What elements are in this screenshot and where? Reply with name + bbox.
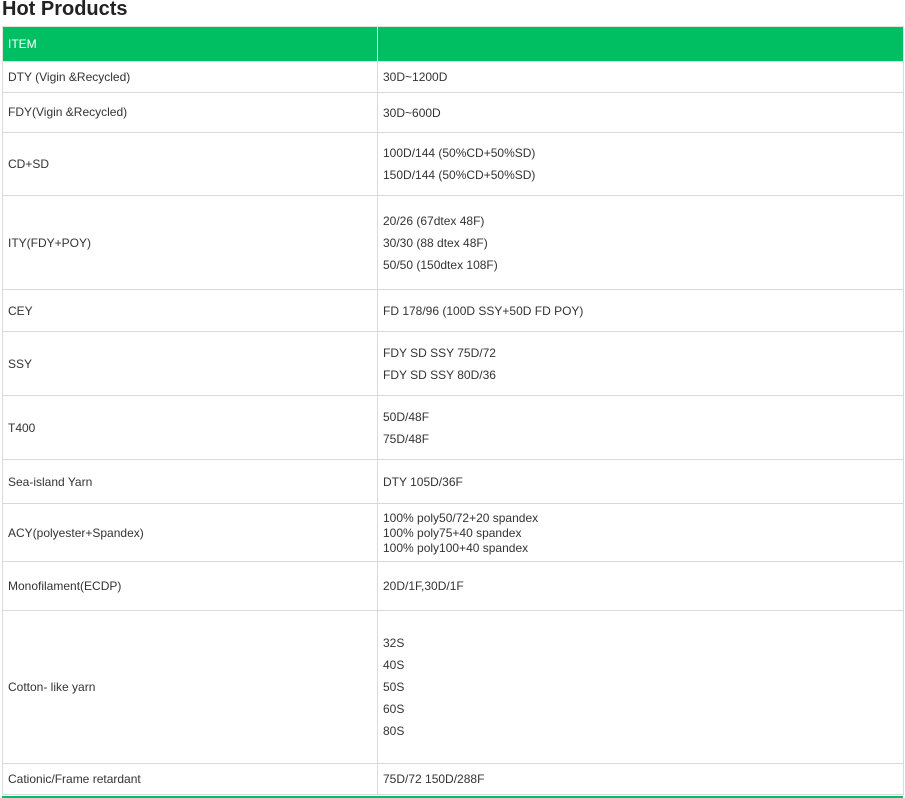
spec-cell: 30D~1200D (377, 61, 904, 93)
table-row: CEY FD 178/96 (100D SSY+50D FD POY) (2, 289, 904, 332)
spec-line: 32S (383, 636, 405, 650)
spec-cell: 75D/72 150D/288F (377, 763, 904, 795)
item-cell: ITY(FDY+POY) (2, 195, 378, 290)
spec-line: 50D/48F (383, 409, 430, 424)
spec-line: 100D/144 (50%CD+50%SD) (383, 146, 536, 160)
item-cell: Sea-island Yarn (2, 459, 378, 504)
spec-line: 75D/72 150D/288F (383, 772, 485, 786)
spec-cell: 100% poly50/72+20 spandex 100% poly75+40… (377, 503, 904, 562)
spec-line: FDY SD SSY 75D/72 (383, 345, 496, 360)
item-cell: FDY(Vigin &Recycled) (2, 92, 378, 133)
spec-line: 30D~1200D (383, 70, 448, 84)
item-cell: CEY (2, 289, 378, 332)
item-cell: Monofilament(ECDP) (2, 561, 378, 611)
spec-line: FDY SD SSY 80D/36 (383, 367, 496, 382)
table-row: T400 50D/48F 75D/48F (2, 395, 904, 460)
item-cell: Cotton- like yarn (2, 610, 378, 764)
table-row: Sea-island Yarn DTY 105D/36F (2, 459, 904, 504)
spec-cell: 50D/48F 75D/48F (377, 395, 904, 460)
header-spec (377, 26, 904, 62)
spec-cell: FD 178/96 (100D SSY+50D FD POY) (377, 289, 904, 332)
table-row: CD+SD 100D/144 (50%CD+50%SD) 150D/144 (5… (2, 132, 904, 196)
header-item: ITEM (2, 26, 378, 62)
item-cell: ACY(polyester+Spandex) (2, 503, 378, 562)
spec-line: 30D~600D (383, 105, 441, 120)
page-title: Hot Products (2, 0, 128, 20)
spec-line: 100% poly75+40 spandex (383, 525, 522, 540)
spec-line: 60S (383, 702, 405, 716)
table-row: ACY(polyester+Spandex) 100% poly50/72+20… (2, 503, 904, 562)
item-cell: CD+SD (2, 132, 378, 196)
spec-line: 80S (383, 724, 405, 738)
spec-line: 20/26 (67dtex 48F) (383, 213, 485, 228)
spec-line: 150D/144 (50%CD+50%SD) (383, 168, 536, 182)
spec-line: 30/30 (88 dtex 48F) (383, 235, 488, 250)
spec-cell: FDY SD SSY 75D/72 FDY SD SSY 80D/36 (377, 331, 904, 396)
item-cell: Cationic/Frame retardant (2, 763, 378, 795)
spec-cell: 30D~600D (377, 92, 904, 133)
table-row: ITY(FDY+POY) 20/26 (67dtex 48F) 30/30 (8… (2, 195, 904, 290)
spec-line: 20D/1F,30D/1F (383, 579, 464, 593)
spec-line: 100% poly100+40 spandex (383, 540, 529, 555)
table-row: SSY FDY SD SSY 75D/72 FDY SD SSY 80D/36 (2, 331, 904, 396)
table-row: DTY (Vigin &Recycled) 30D~1200D (2, 61, 904, 93)
spec-line: FD 178/96 (100D SSY+50D FD POY) (383, 303, 584, 318)
spec-cell: 100D/144 (50%CD+50%SD) 150D/144 (50%CD+5… (377, 132, 904, 196)
item-cell: DTY (Vigin &Recycled) (2, 61, 378, 93)
hot-products-table: ITEM DTY (Vigin &Recycled) 30D~1200D FDY… (2, 26, 904, 795)
table-header-row: ITEM (2, 26, 904, 62)
table-row: FDY(Vigin &Recycled) 30D~600D (2, 92, 904, 133)
table-row: Cotton- like yarn 32S 40S 50S 60S 80S (2, 610, 904, 764)
spec-cell: 20D/1F,30D/1F (377, 561, 904, 611)
table-row: Cationic/Frame retardant 75D/72 150D/288… (2, 763, 904, 795)
spec-line: 75D/48F (383, 431, 430, 446)
spec-cell: 20/26 (67dtex 48F) 30/30 (88 dtex 48F) 5… (377, 195, 904, 290)
spec-line: 40S (383, 658, 405, 672)
item-cell: T400 (2, 395, 378, 460)
spec-line: 50/50 (150dtex 108F) (383, 257, 498, 272)
spec-line: 50S (383, 680, 405, 694)
spec-line: DTY 105D/36F (383, 474, 463, 489)
item-cell: SSY (2, 331, 378, 396)
table-row: Monofilament(ECDP) 20D/1F,30D/1F (2, 561, 904, 611)
spec-cell: DTY 105D/36F (377, 459, 904, 504)
spec-cell: 32S 40S 50S 60S 80S (377, 610, 904, 764)
spec-line: 100% poly50/72+20 spandex (383, 510, 539, 525)
